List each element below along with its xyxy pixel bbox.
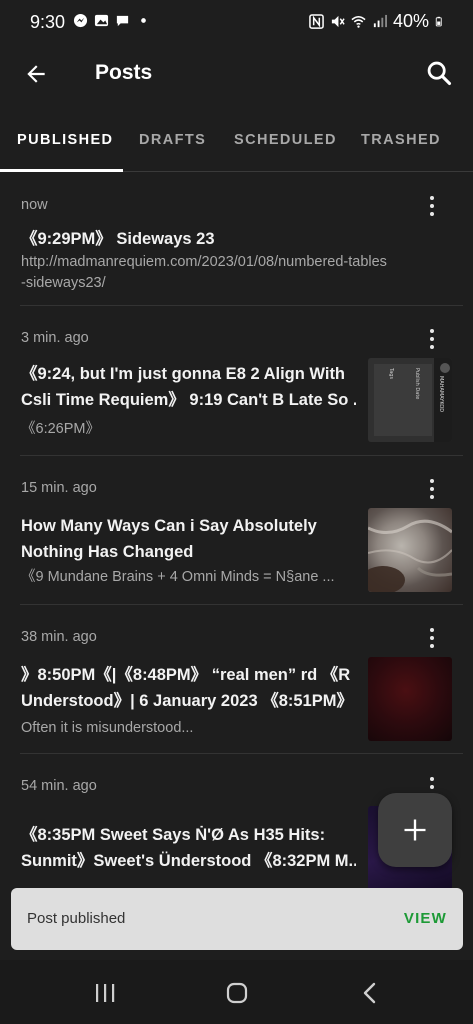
plus-icon bbox=[404, 819, 426, 841]
snackbar: Post published VIEW bbox=[11, 888, 463, 950]
app-bar: Posts bbox=[0, 44, 473, 104]
more-vert-icon bbox=[430, 479, 434, 483]
post-excerpt-line: -sideways23/ bbox=[21, 275, 106, 291]
post-title: 《8:35PM Sweet Says Ṅ'Ø As H35 Hits: Sunm… bbox=[21, 822, 356, 874]
post-more-button[interactable] bbox=[421, 327, 443, 351]
battery-icon bbox=[435, 16, 442, 27]
chat-icon bbox=[116, 15, 129, 27]
post-item[interactable]: 38 min. ago 》8:50PM《|《8:48PM》 “real men”… bbox=[0, 605, 473, 754]
tab-trashed[interactable]: TRASHED bbox=[361, 132, 441, 148]
post-thumbnail bbox=[368, 508, 452, 592]
battery-percent: 40% bbox=[392, 11, 429, 31]
thumb-text: MAHAMAYKOD bbox=[438, 376, 444, 412]
thumb-text: Publish Date bbox=[414, 368, 420, 399]
more-vert-icon bbox=[430, 777, 434, 781]
post-excerpt: 《6:26PM》 bbox=[21, 421, 100, 437]
post-item[interactable]: now 《9:29PM》 Sideways 23 http://madmanre… bbox=[0, 172, 473, 306]
post-thumbnail bbox=[368, 657, 452, 741]
wifi-icon bbox=[351, 16, 366, 28]
dot-icon bbox=[141, 18, 146, 23]
new-post-button[interactable] bbox=[378, 793, 452, 867]
post-time: 38 min. ago bbox=[21, 629, 97, 645]
tab-scheduled[interactable]: SCHEDULED bbox=[234, 132, 337, 148]
post-more-button[interactable] bbox=[421, 477, 443, 501]
mute-icon bbox=[331, 15, 345, 28]
recents-button[interactable] bbox=[85, 978, 125, 1008]
signal-icon bbox=[373, 14, 387, 28]
status-time: 9:30 bbox=[30, 12, 66, 32]
post-excerpt: Often it is misunderstood... bbox=[21, 720, 194, 736]
post-title-line: How Many Ways Can i Say Absolutely bbox=[21, 517, 317, 535]
post-time: 3 min. ago bbox=[21, 330, 89, 346]
arrow-left-icon bbox=[27, 65, 45, 83]
post-time: 15 min. ago bbox=[21, 480, 97, 496]
post-item[interactable]: 15 min. ago How Many Ways Can i Say Abso… bbox=[0, 456, 473, 605]
status-bar: 9:30 40% bbox=[0, 0, 473, 44]
system-nav-bar bbox=[0, 960, 473, 1024]
post-excerpt: http://madmanrequiem.com/2023/01/08/numb… bbox=[21, 252, 441, 294]
more-vert-icon bbox=[430, 329, 434, 333]
screenshot-thumbnail: Publish Date Tags MAHAMAYKOD bbox=[368, 358, 452, 442]
search-button[interactable] bbox=[423, 57, 455, 89]
home-button[interactable] bbox=[217, 978, 257, 1008]
post-excerpt: 《9 Mundane Brains + 4 Omni Minds = N§ane… bbox=[21, 569, 335, 585]
post-item[interactable]: 3 min. ago 《9:24, but I'm just gonna E8 … bbox=[0, 306, 473, 456]
tab-drafts[interactable]: DRAFTS bbox=[139, 132, 206, 148]
snackbar-message: Post published bbox=[27, 910, 126, 927]
post-title-line: 《9:24, but I'm just gonna E8 2 Align Wit… bbox=[21, 365, 346, 383]
post-time: now bbox=[21, 197, 48, 213]
system-back-button[interactable] bbox=[350, 978, 390, 1008]
back-nav-icon bbox=[363, 982, 376, 1004]
app-screen: 9:30 40% Posts PUBLISHED DRAFTS SCHEDULE… bbox=[0, 0, 473, 1024]
tab-published[interactable]: PUBLISHED bbox=[17, 132, 113, 148]
search-icon bbox=[427, 61, 452, 86]
post-more-button[interactable] bbox=[421, 194, 443, 218]
back-button[interactable] bbox=[20, 58, 52, 90]
messenger-icon bbox=[73, 13, 88, 28]
page-title: Posts bbox=[95, 61, 153, 84]
post-title: 《9:29PM》 Sideways 23 bbox=[21, 230, 215, 248]
post-title-line: Understood》| 6 January 2023 《8:51PM》 bbox=[21, 692, 353, 710]
post-title: 《9:24, but I'm just gonna E8 2 Align Wit… bbox=[21, 361, 356, 413]
post-time: 54 min. ago bbox=[21, 778, 97, 794]
notification-icons bbox=[73, 13, 151, 28]
thumb-text: Tags bbox=[388, 367, 394, 379]
post-title-line: Csli Time Requiem》 9:19 Can't B Late So … bbox=[21, 391, 356, 409]
post-thumbnail: Publish Date Tags MAHAMAYKOD bbox=[368, 358, 452, 442]
post-title: How Many Ways Can i Say Absolutely Nothi… bbox=[21, 513, 356, 565]
photo-thumbnail bbox=[368, 519, 452, 592]
snackbar-view-button[interactable]: VIEW bbox=[404, 910, 447, 927]
post-status-tabs: PUBLISHED DRAFTS SCHEDULED TRASHED bbox=[0, 118, 473, 172]
gallery-icon bbox=[94, 14, 109, 27]
more-vert-icon bbox=[430, 628, 434, 632]
post-title: 》8:50PM《|《8:48PM》 “real men” rd 《R Under… bbox=[21, 662, 356, 714]
post-title-line: 》8:50PM《|《8:48PM》 “real men” rd 《R bbox=[21, 666, 351, 684]
recents-icon bbox=[96, 984, 115, 1002]
post-title-line: Nothing Has Changed bbox=[21, 543, 194, 561]
post-more-button[interactable] bbox=[421, 626, 443, 650]
nfc-icon bbox=[309, 14, 324, 29]
system-icons: 40% bbox=[309, 11, 445, 32]
more-vert-icon bbox=[430, 196, 434, 200]
post-title-line: 《8:35PM Sweet Says Ṅ'Ø As H35 Hits: bbox=[21, 826, 326, 844]
post-title-line: Sunmit》Sweet's Ünderstood 《8:32PM M... bbox=[21, 852, 356, 870]
post-excerpt-line: http://madmanrequiem.com/2023/01/08/numb… bbox=[21, 254, 387, 270]
home-icon bbox=[226, 982, 248, 1004]
